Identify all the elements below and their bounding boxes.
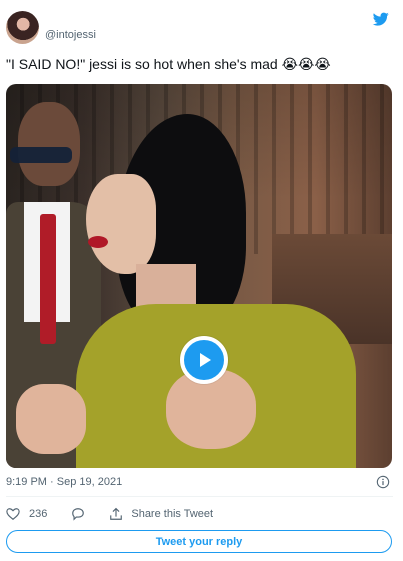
info-icon[interactable] [376,475,390,489]
video-thumbnail[interactable] [6,84,392,468]
tweet-reply-button[interactable]: Tweet your reply [6,530,392,553]
tweet-card: @intojessi "I SAID NO!" jessi is so hot … [0,0,403,561]
avatar[interactable] [6,11,39,44]
woman-figure [16,114,356,468]
share-icon [110,507,123,520]
action-bar: 236 Share this Tweet [6,505,213,523]
divider [6,496,393,497]
timestamp[interactable]: 9:19 PM · Sep 19, 2021 [6,476,122,488]
share-label: Share this Tweet [131,508,214,520]
like-button[interactable]: 236 [6,507,71,521]
like-count: 236 [29,508,48,520]
play-button[interactable] [180,336,228,384]
play-icon [200,353,211,367]
twitter-bird-icon[interactable] [371,11,391,27]
share-action[interactable]: Share this Tweet [109,507,213,521]
reply-action[interactable] [71,507,85,521]
author-handle[interactable]: @intojessi [45,29,96,41]
reply-icon [72,508,85,521]
tweet-text: "I SAID NO!" jessi is so hot when she's … [6,56,331,72]
heart-icon [6,508,20,520]
